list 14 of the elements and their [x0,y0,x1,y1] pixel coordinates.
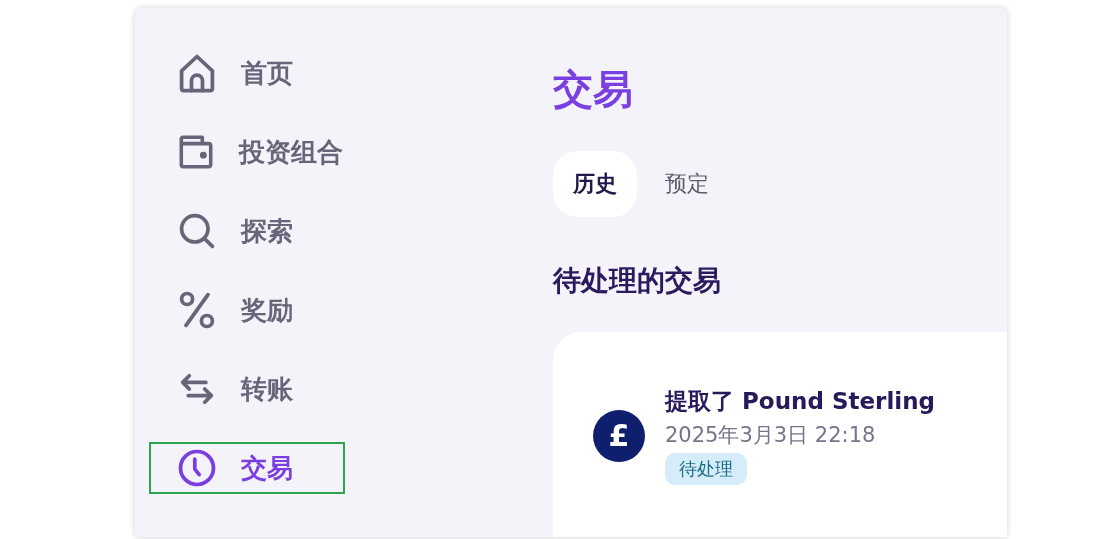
sidebar-item[interactable]: 首页 [149,47,345,99]
transaction-date: 2025年3月3日 22:18 [665,422,876,449]
page-title: 交易 [553,69,634,109]
tab[interactable]: 历史 [553,151,637,217]
sidebar-item[interactable]: 交易 [149,442,345,494]
section-title: 待处理的交易 [553,263,722,299]
sidebar-item[interactable]: 转账 [149,363,345,415]
sidebar-item[interactable]: 投资组合 [149,126,345,178]
status-badge: 待处理 [665,453,747,485]
sidebar-item[interactable]: 奖励 [149,284,345,336]
currency-icon: £ [593,409,645,462]
transaction-title[interactable]: 提取了 Pound Sterling [665,386,935,417]
tab[interactable]: 预定 [645,151,729,217]
sidebar-item[interactable]: 探索 [149,205,345,257]
